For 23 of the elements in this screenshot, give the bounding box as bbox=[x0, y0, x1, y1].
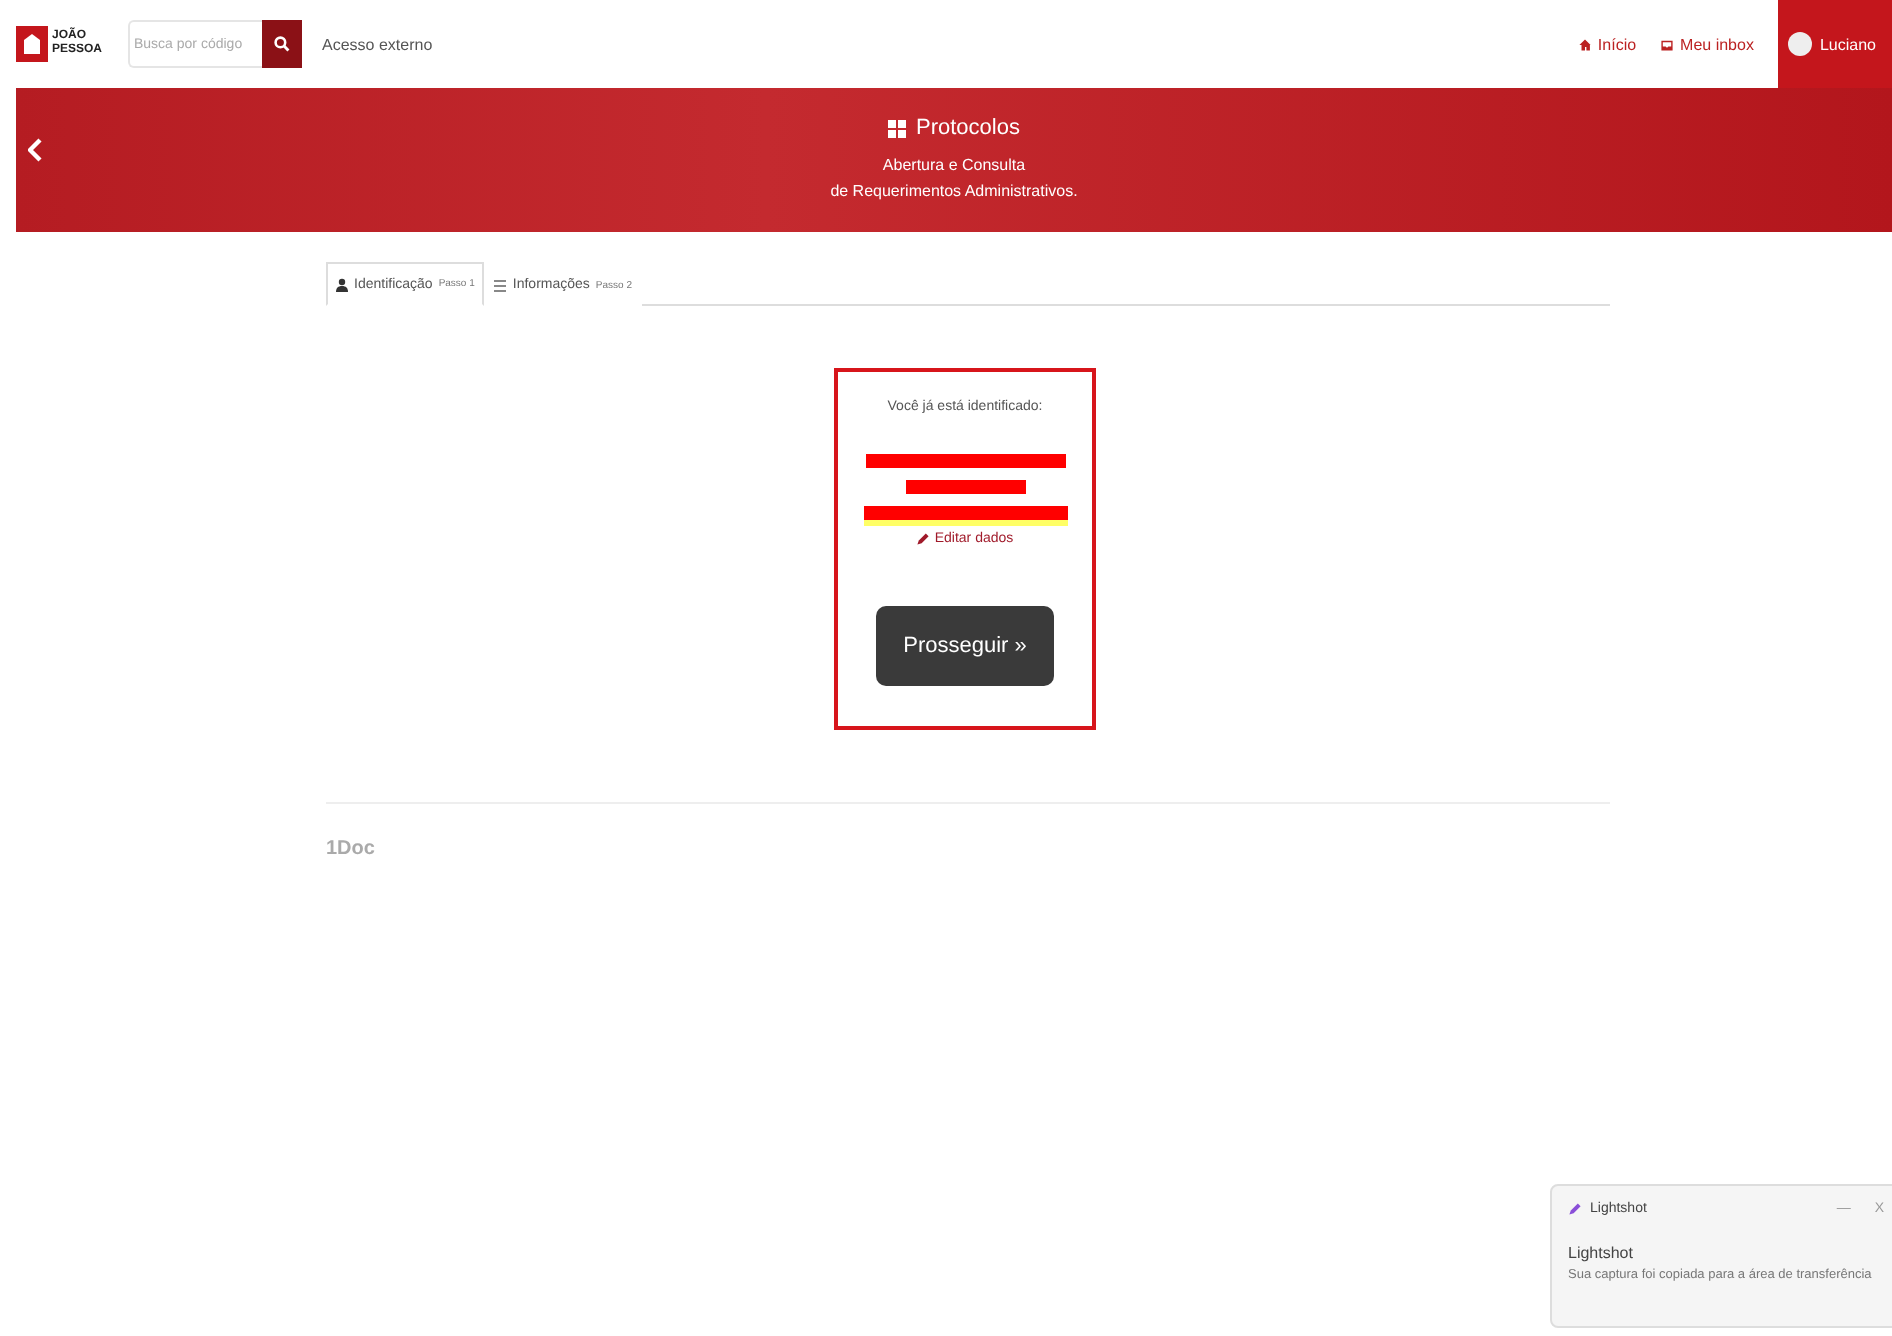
user-icon bbox=[336, 277, 348, 291]
search-button[interactable] bbox=[262, 20, 302, 68]
footer-brand: 1Doc bbox=[326, 838, 375, 860]
grid-icon bbox=[888, 119, 906, 137]
home-icon bbox=[1577, 37, 1592, 51]
banner-subtitle: Abertura e Consulta bbox=[882, 154, 1026, 178]
redaction-mark bbox=[905, 480, 1025, 494]
pencil-icon bbox=[1568, 1202, 1582, 1216]
pencil-icon bbox=[916, 532, 931, 546]
inbox-icon bbox=[1660, 37, 1675, 51]
chevron-left-icon bbox=[28, 138, 44, 162]
city-emblem-icon bbox=[16, 26, 48, 62]
nav-link[interactable]: Meu inbox bbox=[1660, 35, 1754, 53]
banner-subtitle: de Requerimentos Administrativos. bbox=[830, 180, 1078, 204]
nav-link[interactable]: Início bbox=[1577, 35, 1637, 53]
toast-title: Lightshot bbox=[1568, 1244, 1635, 1262]
external-access-link[interactable]: Acesso externo bbox=[322, 35, 433, 53]
user-menu[interactable]: Luciano bbox=[1777, 0, 1892, 88]
banner-title: Protocolos bbox=[916, 116, 1020, 140]
proceed-button[interactable]: Prosseguir » bbox=[876, 606, 1054, 686]
search-icon bbox=[274, 36, 290, 52]
avatar-icon bbox=[1787, 32, 1812, 56]
list-icon bbox=[494, 279, 507, 291]
